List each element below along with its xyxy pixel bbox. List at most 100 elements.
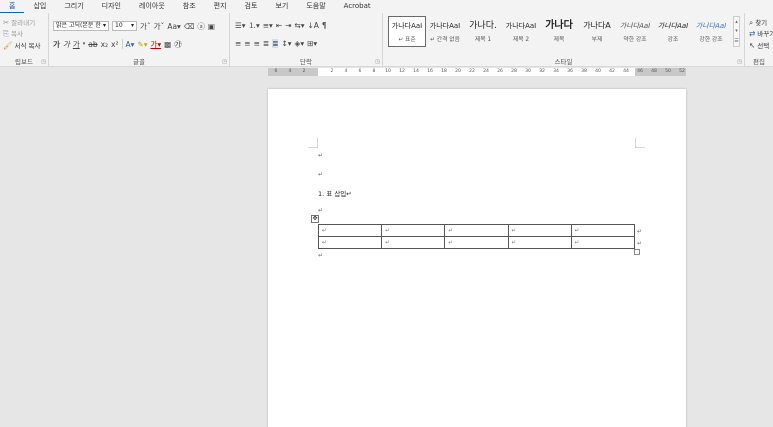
document-page[interactable]: ↵ ↵ 1. 표 삽입↵ ↵ ✥ ↵ ↵ ↵ ↵ ↵ ↵ ↵ ↵ ↵ ↵ ↵ ↵… [268,89,686,427]
ruler-tick-label: 28 [511,69,517,74]
search-icon: ⌕ [749,17,754,27]
tab-view[interactable]: 보기 [266,0,297,13]
find-button[interactable]: ⌕ 찾기 [749,17,767,28]
style-name: 부제 [591,36,603,43]
table-resize-handle[interactable] [634,249,640,255]
chevron-down-icon[interactable]: ▾ [735,28,738,34]
tab-home[interactable]: 홈 [0,0,25,13]
text-effects-icon[interactable]: A▾ [126,40,135,49]
distributed-icon[interactable]: ≣ [272,39,279,48]
table-cell[interactable]: ↵ [444,224,509,237]
style-heading-1[interactable]: 가나다. 제목 1 [464,16,502,47]
style-preview: 가나다A [583,20,611,30]
asian-layout-icon[interactable]: ⇆▾ [294,21,304,30]
font-launcher-icon[interactable]: ◳ [222,59,227,65]
style-no-spacing[interactable]: 가나다AaI ↵ 간격 없음 [426,16,464,47]
enclose-characters-icon[interactable]: ㉮ [174,40,182,49]
sort-icon[interactable]: ↓A [307,21,318,30]
line-spacing-icon[interactable]: ↕▾ [281,39,291,48]
character-shading-icon[interactable]: ▩ [164,40,171,49]
multilevel-list-icon[interactable]: ≡▾ [263,21,273,30]
justify-icon[interactable]: ≣ [263,39,269,48]
table-cell[interactable]: ↵ [570,236,636,249]
underline-icon[interactable]: 가 [73,40,80,49]
style-title[interactable]: 가나다 제목 [540,16,578,47]
cut-button[interactable]: ✂ 잘라내기 [3,17,36,28]
select-button[interactable]: ↖ 선택 [749,40,769,51]
show-marks-icon[interactable]: ¶ [322,21,327,30]
ruler-tick-label: 16 [427,69,433,74]
align-right-icon[interactable]: ≡ [254,39,260,48]
grow-font-icon[interactable]: 가ˆ [140,22,151,31]
table-cell[interactable]: ↵ [381,224,446,237]
style-preview: 가나다AaI [619,21,651,30]
tab-design[interactable]: 디자인 [93,0,130,13]
tab-draw[interactable]: 그리기 [55,0,92,13]
horizontal-ruler[interactable]: 6 4 2 2 4 6 8 10 12 14 16 18 20 22 24 26 28 30 32 34 36 38 40 4… [268,68,686,76]
tab-insert[interactable]: 삽입 [24,0,55,13]
align-center-icon[interactable]: ≡ [244,39,250,48]
chevron-down-icon: ▾ [130,22,134,29]
style-intense-emphasis[interactable]: 가나다AaI 강한 강조 [692,16,730,47]
table-cell[interactable]: ↵ [507,236,572,249]
font-color-icon[interactable]: 가▾ [150,40,161,49]
styles-gallery-scroll[interactable]: ▴ ▾ ☰ [733,16,740,47]
align-left-icon[interactable]: ≡ [235,39,241,48]
character-border-icon[interactable]: ▣ [208,22,215,31]
underline-dropdown-icon[interactable]: ▾ [83,40,86,49]
table-move-handle-icon[interactable]: ✥ [311,215,319,223]
change-case-icon[interactable]: Aa▾ [167,22,181,31]
italic-icon[interactable]: 가 [63,40,70,49]
borders-icon[interactable]: ⊞▾ [307,39,317,48]
tab-review[interactable]: 검토 [236,0,267,13]
numbering-icon[interactable]: ⒈▾ [249,21,260,30]
copy-button[interactable]: ⎘ 복사 [3,28,23,39]
table-cell[interactable]: ↵ [444,236,509,249]
table-cell[interactable]: ↵ [570,224,636,237]
tab-mailings[interactable]: 편지 [205,0,236,13]
shrink-font-icon[interactable]: 가ˇ [154,22,165,31]
style-normal[interactable]: 가나다AaI ↵ 표준 [388,16,426,47]
table-cell[interactable]: ↵ [317,236,383,249]
shading-icon[interactable]: ◈▾ [295,39,305,48]
increase-indent-icon[interactable]: ⇥ [285,21,291,30]
style-preview: 가나다AaI [505,21,537,30]
tab-acrobat[interactable]: Acrobat [335,0,380,13]
document-table[interactable]: ↵ ↵ ↵ ↵ ↵ ↵ ↵ ↵ ↵ ↵ [317,224,636,249]
replace-button[interactable]: ⇄ 바꾸기 [749,28,773,39]
ruler-tick-label: 10 [385,69,391,74]
strikethrough-icon[interactable]: ab [88,40,97,49]
table-cell[interactable]: ↵ [507,224,572,237]
font-size-select[interactable]: 10 ▾ [112,21,137,31]
document-heading[interactable]: 1. 표 삽입↵ [318,188,352,198]
bold-icon[interactable]: 가 [53,40,60,49]
row-end-mark: ↵ [637,228,643,235]
style-emphasis[interactable]: 가나다AaI 강조 [654,16,692,47]
cut-label: 잘라내기 [11,19,36,27]
highlight-color-icon[interactable]: ✎▾ [137,40,147,49]
clear-formatting-icon[interactable]: ⌫ [184,22,195,31]
format-painter-icon: 🖌 [3,40,13,50]
table-cell[interactable]: ↵ [381,236,446,249]
styles-launcher-icon[interactable]: ◳ [737,59,742,65]
tab-help[interactable]: 도움말 [297,0,334,13]
style-subtle-emphasis[interactable]: 가나다AaI 약한 강조 [616,16,654,47]
subscript-icon[interactable]: x₂ [101,40,108,49]
tab-references[interactable]: 참조 [174,0,205,13]
chevron-up-icon[interactable]: ▴ [735,19,738,25]
decrease-indent-icon[interactable]: ⇤ [276,21,282,30]
row-end-mark: ↵ [637,240,643,247]
style-subtitle[interactable]: 가나다A 부제 [578,16,616,47]
style-heading-2[interactable]: 가나다AaI 제목 2 [502,16,540,47]
paragraph-launcher-icon[interactable]: ◳ [375,59,380,65]
clipboard-launcher-icon[interactable]: ◳ [41,59,46,65]
bullets-icon[interactable]: ☰▾ [235,21,246,30]
superscript-icon[interactable]: x² [111,40,118,49]
format-painter-button[interactable]: 🖌 서식 복사 [3,40,41,51]
tab-layout[interactable]: 레이아웃 [130,0,174,13]
style-name: 약한 강조 [623,36,647,43]
table-cell[interactable]: ↵ [317,224,383,237]
phonetic-guide-icon[interactable]: ⓐ [197,22,205,31]
font-family-select[interactable]: 맑은 고딕(본문 한 ▾ [53,21,109,31]
more-icon[interactable]: ☰ [734,38,738,44]
